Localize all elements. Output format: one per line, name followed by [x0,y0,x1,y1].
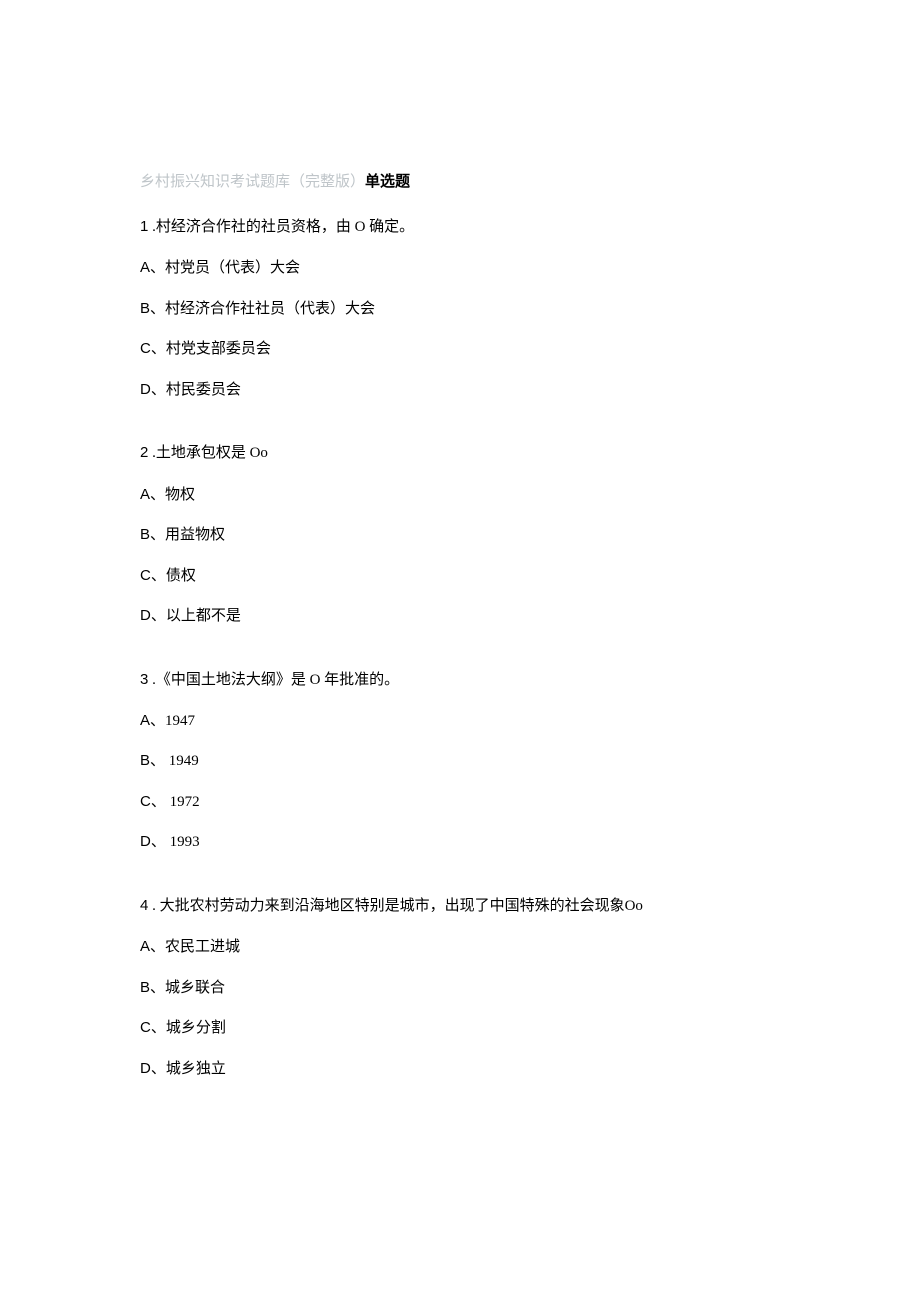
option-text: 、1947 [150,713,195,729]
option-d: D、 1993 [140,831,780,854]
option-text: 、 1993 [151,834,200,850]
option-c: C、 1972 [140,791,780,814]
option-text: 、以上都不是 [151,608,241,624]
option-text: 、村党支部委员会 [151,341,271,357]
option-letter: A [140,938,150,955]
option-c: C、城乡分割 [140,1017,780,1040]
option-letter: B [140,526,150,543]
option-letter: B [140,300,150,317]
option-text: 、物权 [150,487,195,503]
option-letter: A [140,486,150,503]
question-text: .土地承包权是 Oo [148,445,268,461]
question-text: .村经济合作社的社员资格，由 O 确定。 [148,219,414,235]
option-text: 、 1972 [151,794,200,810]
question-2: 2 .土地承包权是 Oo A、物权 B、用益物权 C、债权 D、以上都不是 [140,441,780,627]
option-letter: C [140,1019,151,1036]
option-text: 、用益物权 [150,527,225,543]
option-text: 、 1949 [150,753,199,769]
option-c: C、债权 [140,565,780,588]
option-b: B、村经济合作社社员（代表）大会 [140,298,780,321]
question-stem: 2 .土地承包权是 Oo [140,441,780,465]
option-letter: C [140,793,151,810]
option-letter: A [140,712,150,729]
option-text: 、城乡独立 [151,1061,226,1077]
option-letter: D [140,381,151,398]
title-section: 单选题 [365,174,410,190]
question-stem: 3 .《中国土地法大纲》是 O 年批准的。 [140,668,780,692]
option-text: 、城乡分割 [151,1020,226,1036]
option-letter: D [140,607,151,624]
option-letter: B [140,979,150,996]
option-letter: B [140,752,150,769]
option-a: A、农民工进城 [140,936,780,959]
option-text: 、村党员（代表）大会 [150,260,300,276]
option-letter: D [140,833,151,850]
option-text: 、城乡联合 [150,980,225,996]
option-letter: D [140,1060,151,1077]
option-d: D、以上都不是 [140,605,780,628]
question-4: 4 . 大批农村劳动力来到沿海地区特别是城市，出现了中国特殊的社会现象Oo A、… [140,894,780,1080]
option-d: D、城乡独立 [140,1058,780,1081]
option-a: A、村党员（代表）大会 [140,257,780,280]
question-stem: 4 . 大批农村劳动力来到沿海地区特别是城市，出现了中国特殊的社会现象Oo [140,894,780,918]
option-text: 、村民委员会 [151,382,241,398]
option-c: C、村党支部委员会 [140,338,780,361]
option-b: B、用益物权 [140,524,780,547]
option-letter: A [140,259,150,276]
option-d: D、村民委员会 [140,379,780,402]
option-b: B、城乡联合 [140,977,780,1000]
option-text: 、农民工进城 [150,939,240,955]
option-b: B、 1949 [140,750,780,773]
option-letter: C [140,567,151,584]
question-1: 1 .村经济合作社的社员资格，由 O 确定。 A、村党员（代表）大会 B、村经济… [140,215,780,401]
option-letter: C [140,340,151,357]
question-text: . 大批农村劳动力来到沿海地区特别是城市，出现了中国特殊的社会现象Oo [148,898,643,914]
question-3: 3 .《中国土地法大纲》是 O 年批准的。 A、1947 B、 1949 C、 … [140,668,780,854]
title-prefix: 乡村振兴知识考试题库（完整版） [140,174,365,190]
question-stem: 1 .村经济合作社的社员资格，由 O 确定。 [140,215,780,239]
document-title: 乡村振兴知识考试题库（完整版）单选题 [140,170,780,191]
option-a: A、1947 [140,710,780,733]
question-text: .《中国土地法大纲》是 O 年批准的。 [148,672,399,688]
option-text: 、债权 [151,568,196,584]
option-a: A、物权 [140,484,780,507]
option-text: 、村经济合作社社员（代表）大会 [150,301,375,317]
